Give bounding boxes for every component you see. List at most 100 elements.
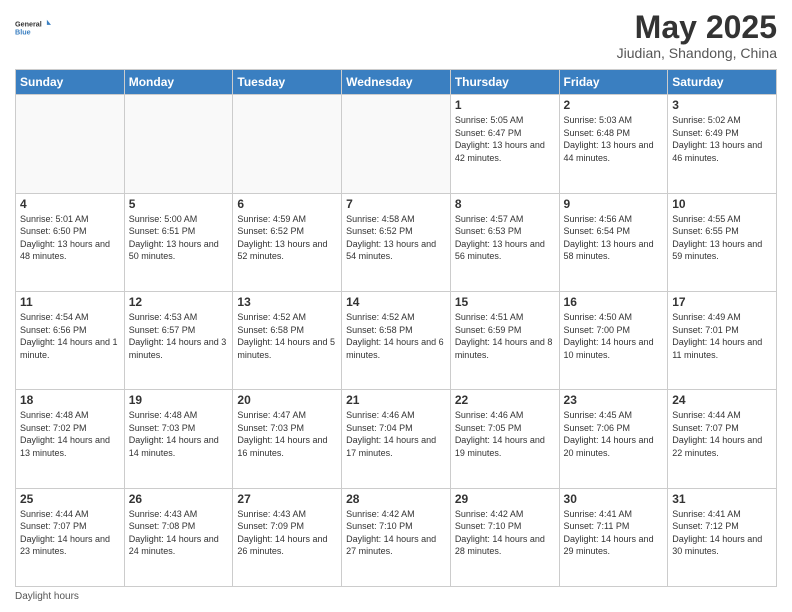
calendar-cell: 4 Sunrise: 5:01 AMSunset: 6:50 PMDaylight… xyxy=(16,193,125,291)
calendar-cell: 18 Sunrise: 4:48 AMSunset: 7:02 PMDayligh… xyxy=(16,390,125,488)
month-title: May 2025 xyxy=(617,10,777,45)
day-number: 26 xyxy=(129,492,229,506)
calendar-day-header: Wednesday xyxy=(342,70,451,95)
daylight-hours-label: Daylight hours xyxy=(15,591,79,602)
calendar-cell: 31Sunrise: 4:41 AMSunset: 7:12 PMDayligh… xyxy=(668,488,777,586)
calendar-week-row: 1 Sunrise: 5:05 AMSunset: 6:47 PMDaylight… xyxy=(16,95,777,193)
calendar-cell: 27Sunrise: 4:43 AMSunset: 7:09 PMDayligh… xyxy=(233,488,342,586)
calendar-day-header: Friday xyxy=(559,70,668,95)
calendar-cell: 28 Sunrise: 4:42 AMSunset: 7:10 PMDayligh… xyxy=(342,488,451,586)
day-number: 16 xyxy=(564,295,664,309)
day-info: Sunrise: 4:46 AMSunset: 7:05 PMDaylight:… xyxy=(455,409,555,459)
day-number: 10 xyxy=(672,197,772,211)
calendar-cell: 24Sunrise: 4:44 AMSunset: 7:07 PMDayligh… xyxy=(668,390,777,488)
calendar-cell: 16 Sunrise: 4:50 AMSunset: 7:00 PMDayligh… xyxy=(559,291,668,389)
calendar-cell xyxy=(16,95,125,193)
day-info: Sunrise: 4:46 AMSunset: 7:04 PMDaylight:… xyxy=(346,409,446,459)
day-info: Sunrise: 4:44 AMSunset: 7:07 PMDaylight:… xyxy=(20,508,120,558)
logo-svg: General Blue xyxy=(15,10,51,46)
day-number: 11 xyxy=(20,295,120,309)
day-info: Sunrise: 5:01 AMSunset: 6:50 PMDaylight:… xyxy=(20,213,120,263)
day-number: 30 xyxy=(564,492,664,506)
calendar-cell: 11Sunrise: 4:54 AMSunset: 6:56 PMDayligh… xyxy=(16,291,125,389)
day-info: Sunrise: 4:41 AMSunset: 7:12 PMDaylight:… xyxy=(672,508,772,558)
day-number: 24 xyxy=(672,393,772,407)
page: General Blue May 2025 Jiudian, Shandong,… xyxy=(0,0,792,612)
calendar-cell: 9Sunrise: 4:56 AMSunset: 6:54 PMDaylight… xyxy=(559,193,668,291)
day-info: Sunrise: 4:57 AMSunset: 6:53 PMDaylight:… xyxy=(455,213,555,263)
day-number: 17 xyxy=(672,295,772,309)
calendar-cell: 17 Sunrise: 4:49 AMSunset: 7:01 PMDayligh… xyxy=(668,291,777,389)
calendar-day-header: Saturday xyxy=(668,70,777,95)
calendar-cell: 21 Sunrise: 4:46 AMSunset: 7:04 PMDayligh… xyxy=(342,390,451,488)
day-info: Sunrise: 5:05 AMSunset: 6:47 PMDaylight:… xyxy=(455,114,555,164)
day-number: 6 xyxy=(237,197,337,211)
calendar-day-header: Tuesday xyxy=(233,70,342,95)
day-info: Sunrise: 4:42 AMSunset: 7:10 PMDaylight:… xyxy=(455,508,555,558)
day-info: Sunrise: 4:48 AMSunset: 7:02 PMDaylight:… xyxy=(20,409,120,459)
day-info: Sunrise: 4:50 AMSunset: 7:00 PMDaylight:… xyxy=(564,311,664,361)
day-info: Sunrise: 4:45 AMSunset: 7:06 PMDaylight:… xyxy=(564,409,664,459)
day-info: Sunrise: 4:42 AMSunset: 7:10 PMDaylight:… xyxy=(346,508,446,558)
day-number: 22 xyxy=(455,393,555,407)
logo: General Blue xyxy=(15,10,51,46)
day-number: 18 xyxy=(20,393,120,407)
calendar-cell: 19 Sunrise: 4:48 AMSunset: 7:03 PMDayligh… xyxy=(124,390,233,488)
calendar-cell: 3Sunrise: 5:02 AMSunset: 6:49 PMDaylight… xyxy=(668,95,777,193)
calendar-cell: 10 Sunrise: 4:55 AMSunset: 6:55 PMDayligh… xyxy=(668,193,777,291)
calendar-cell: 13Sunrise: 4:52 AMSunset: 6:58 PMDayligh… xyxy=(233,291,342,389)
footer-note: Daylight hours xyxy=(15,591,777,602)
day-number: 3 xyxy=(672,98,772,112)
calendar-cell: 20 Sunrise: 4:47 AMSunset: 7:03 PMDayligh… xyxy=(233,390,342,488)
day-info: Sunrise: 5:03 AMSunset: 6:48 PMDaylight:… xyxy=(564,114,664,164)
calendar-cell: 7Sunrise: 4:58 AMSunset: 6:52 PMDaylight… xyxy=(342,193,451,291)
calendar-cell: 30Sunrise: 4:41 AMSunset: 7:11 PMDayligh… xyxy=(559,488,668,586)
calendar-day-header: Thursday xyxy=(450,70,559,95)
calendar-week-row: 18 Sunrise: 4:48 AMSunset: 7:02 PMDayligh… xyxy=(16,390,777,488)
calendar-cell: 6 Sunrise: 4:59 AMSunset: 6:52 PMDaylight… xyxy=(233,193,342,291)
day-number: 21 xyxy=(346,393,446,407)
day-info: Sunrise: 4:48 AMSunset: 7:03 PMDaylight:… xyxy=(129,409,229,459)
day-number: 2 xyxy=(564,98,664,112)
calendar-week-row: 25Sunrise: 4:44 AMSunset: 7:07 PMDayligh… xyxy=(16,488,777,586)
day-number: 19 xyxy=(129,393,229,407)
day-number: 1 xyxy=(455,98,555,112)
day-number: 27 xyxy=(237,492,337,506)
calendar-table: SundayMondayTuesdayWednesdayThursdayFrid… xyxy=(15,69,777,587)
day-info: Sunrise: 4:52 AMSunset: 6:58 PMDaylight:… xyxy=(346,311,446,361)
calendar-cell: 5Sunrise: 5:00 AMSunset: 6:51 PMDaylight… xyxy=(124,193,233,291)
calendar-cell xyxy=(124,95,233,193)
day-info: Sunrise: 4:51 AMSunset: 6:59 PMDaylight:… xyxy=(455,311,555,361)
calendar-day-header: Sunday xyxy=(16,70,125,95)
calendar-cell: 14 Sunrise: 4:52 AMSunset: 6:58 PMDayligh… xyxy=(342,291,451,389)
calendar-cell: 1 Sunrise: 5:05 AMSunset: 6:47 PMDaylight… xyxy=(450,95,559,193)
calendar-header-row: SundayMondayTuesdayWednesdayThursdayFrid… xyxy=(16,70,777,95)
day-info: Sunrise: 4:52 AMSunset: 6:58 PMDaylight:… xyxy=(237,311,337,361)
location: Jiudian, Shandong, China xyxy=(617,45,777,61)
day-info: Sunrise: 4:55 AMSunset: 6:55 PMDaylight:… xyxy=(672,213,772,263)
day-number: 7 xyxy=(346,197,446,211)
day-info: Sunrise: 4:59 AMSunset: 6:52 PMDaylight:… xyxy=(237,213,337,263)
day-number: 12 xyxy=(129,295,229,309)
calendar-cell: 8 Sunrise: 4:57 AMSunset: 6:53 PMDaylight… xyxy=(450,193,559,291)
day-number: 8 xyxy=(455,197,555,211)
header: General Blue May 2025 Jiudian, Shandong,… xyxy=(15,10,777,61)
day-number: 28 xyxy=(346,492,446,506)
day-number: 29 xyxy=(455,492,555,506)
day-number: 14 xyxy=(346,295,446,309)
calendar-cell: 2 Sunrise: 5:03 AMSunset: 6:48 PMDaylight… xyxy=(559,95,668,193)
calendar-cell: 15Sunrise: 4:51 AMSunset: 6:59 PMDayligh… xyxy=(450,291,559,389)
day-number: 4 xyxy=(20,197,120,211)
calendar-cell xyxy=(342,95,451,193)
calendar-cell: 25Sunrise: 4:44 AMSunset: 7:07 PMDayligh… xyxy=(16,488,125,586)
day-info: Sunrise: 5:00 AMSunset: 6:51 PMDaylight:… xyxy=(129,213,229,263)
day-number: 23 xyxy=(564,393,664,407)
day-info: Sunrise: 4:56 AMSunset: 6:54 PMDaylight:… xyxy=(564,213,664,263)
calendar-cell: 26Sunrise: 4:43 AMSunset: 7:08 PMDayligh… xyxy=(124,488,233,586)
calendar-cell: 29 Sunrise: 4:42 AMSunset: 7:10 PMDayligh… xyxy=(450,488,559,586)
day-number: 20 xyxy=(237,393,337,407)
calendar-day-header: Monday xyxy=(124,70,233,95)
day-info: Sunrise: 4:49 AMSunset: 7:01 PMDaylight:… xyxy=(672,311,772,361)
day-info: Sunrise: 4:47 AMSunset: 7:03 PMDaylight:… xyxy=(237,409,337,459)
calendar-week-row: 4 Sunrise: 5:01 AMSunset: 6:50 PMDaylight… xyxy=(16,193,777,291)
